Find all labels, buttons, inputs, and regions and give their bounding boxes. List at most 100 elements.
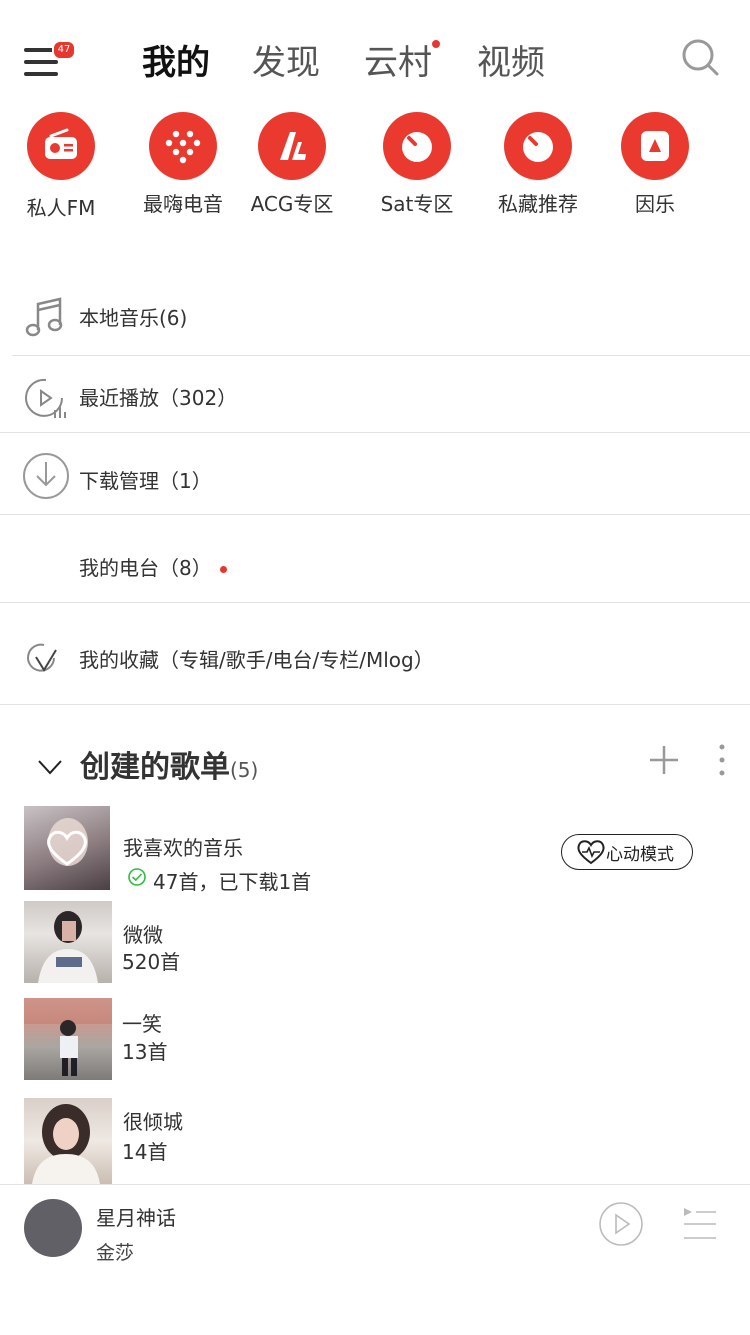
quick-entry-acg[interactable]: ACG专区 [237, 112, 347, 217]
playlist-cover [24, 806, 110, 890]
now-playing-artist: 金莎 [96, 1242, 135, 1264]
tab-video[interactable]: 视频 [477, 40, 545, 86]
heart-mode-label: 心动模式 [606, 844, 674, 865]
sat-icon [402, 132, 432, 162]
playlist-subtitle: 14首 [122, 1140, 168, 1164]
menu-button[interactable]: 47 [22, 40, 76, 80]
collection-icon [27, 643, 57, 672]
cover-image [38, 911, 98, 983]
playlist-name: 我喜欢的音乐 [123, 836, 243, 860]
list-item-my-radio[interactable]: 我的电台（8） [0, 536, 750, 598]
list-item-label: 我的收藏（专辑/歌手/电台/专栏/Mlog） [79, 648, 434, 672]
cover-image [32, 1104, 100, 1184]
download-icon [23, 453, 69, 499]
quick-entry-label: 最嗨电音 [143, 192, 223, 216]
playlist-cover [24, 998, 112, 1080]
list-item-collection[interactable]: 我的收藏（专辑/歌手/电台/专栏/Mlog） [0, 630, 750, 692]
menu-bar-icon [24, 60, 58, 64]
music-note-icon [25, 297, 63, 337]
search-button[interactable] [678, 36, 722, 80]
notification-badge: 47 [52, 40, 76, 60]
quick-entry-yinyue[interactable]: 因乐 [600, 112, 710, 217]
heart-mode-button[interactable]: 心动模式 [561, 834, 693, 870]
divider [0, 704, 750, 705]
playlist-cover [24, 901, 112, 983]
new-dot [219, 566, 227, 573]
playlist-subtitle: 520首 [122, 950, 181, 974]
add-playlist-button[interactable] [646, 742, 682, 778]
list-item-label: 最近播放（302） [79, 386, 238, 410]
plus-icon [650, 746, 678, 774]
divider [0, 514, 750, 515]
entry-circle [504, 112, 572, 180]
entry-circle [258, 112, 326, 180]
playlist-item[interactable]: 一笑 13首 [0, 998, 750, 1082]
yinyue-icon [641, 131, 669, 161]
playlist-item[interactable]: 微微 520首 [0, 901, 750, 985]
entry-circle [383, 112, 451, 180]
list-item-recent-play[interactable]: 最近播放（302） [0, 370, 750, 432]
list-item-label-text: 我的电台（8） [79, 556, 212, 580]
list-item-downloads[interactable]: 下载管理（1） [0, 450, 750, 512]
section-title-text: 创建的歌单 [80, 750, 230, 785]
list-item-label: 下载管理（1） [79, 469, 212, 493]
tab-mine[interactable]: 我的 [142, 40, 210, 86]
collapse-toggle[interactable] [36, 754, 64, 778]
list-item-label: 本地音乐(6) [79, 306, 188, 330]
playlist-name: 很倾城 [123, 1110, 183, 1134]
heart-pulse-icon [577, 840, 605, 865]
section-count: (5) [230, 758, 259, 782]
acg-icon [280, 132, 306, 160]
menu-bar-icon [24, 72, 58, 76]
quick-entry-sat[interactable]: Sat专区 [362, 112, 472, 217]
quick-entry-fm[interactable]: 私人FM [6, 112, 116, 221]
quick-entry-label: 私人FM [26, 196, 96, 220]
divider [12, 355, 750, 356]
playlist-name: 微微 [123, 923, 163, 947]
tab-label: 视频 [477, 43, 545, 83]
tab-label: 发现 [252, 43, 320, 83]
album-disc[interactable] [24, 1199, 82, 1257]
radio-station-icon [22, 540, 70, 588]
tab-discover[interactable]: 发现 [252, 40, 320, 86]
playlist-queue-button[interactable] [682, 1206, 718, 1242]
tab-label: 我的 [142, 43, 210, 83]
quick-entry-label: ACG专区 [250, 192, 334, 216]
more-button[interactable] [712, 742, 732, 778]
chevron-down-icon [38, 760, 62, 775]
tab-label: 云村 [364, 43, 432, 83]
heart-outline-icon [47, 818, 88, 866]
cover-image [24, 998, 112, 1076]
quick-entry-edm[interactable]: 最嗨电音 [128, 112, 238, 217]
now-playing-title: 星月神话 [96, 1206, 176, 1230]
play-button[interactable] [598, 1201, 644, 1247]
list-item-label: 我的电台（8） [79, 552, 227, 581]
playlist-cover [24, 1098, 112, 1184]
new-dot [432, 40, 440, 48]
playlist-subtitle: 13首 [122, 1040, 168, 1064]
divider [0, 432, 750, 433]
playlist-item[interactable]: 很倾城 14首 [0, 1098, 750, 1184]
sat-icon [523, 132, 553, 162]
divider [0, 602, 750, 603]
playlist-name: 一笑 [122, 1012, 162, 1036]
downloaded-check-icon [127, 867, 147, 887]
quick-entry-label: 私藏推荐 [498, 192, 578, 216]
quick-entry-private-picks[interactable]: 私藏推荐 [483, 112, 593, 217]
entry-circle [27, 112, 95, 180]
play-icon [599, 1202, 643, 1246]
tab-village[interactable]: 云村 [364, 40, 440, 86]
entry-circle [149, 112, 217, 180]
quick-entry-label: Sat专区 [380, 192, 454, 216]
recent-play-icon [25, 378, 66, 418]
more-vertical-icon [719, 744, 725, 776]
section-title: 创建的歌单(5) [80, 742, 258, 786]
queue-icon [684, 1208, 716, 1239]
dots-icon [165, 130, 201, 164]
playlist-item-liked[interactable]: 我喜欢的音乐 47首，已下载1首 心动模式 [0, 806, 750, 894]
radio-icon [45, 128, 77, 159]
list-item-local-music[interactable]: 本地音乐(6) [0, 290, 750, 354]
quick-entry-label: 因乐 [635, 192, 675, 216]
entry-circle [621, 112, 689, 180]
search-icon [682, 39, 719, 76]
